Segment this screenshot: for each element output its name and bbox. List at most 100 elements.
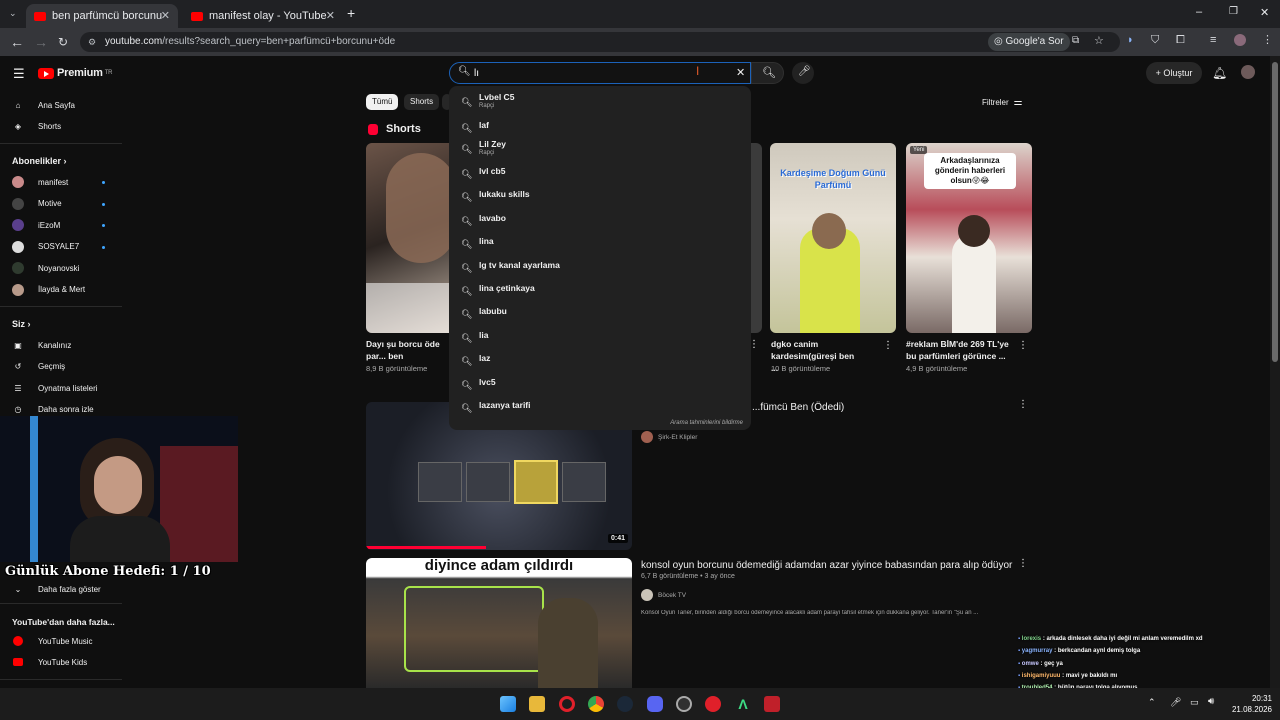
bookmark-star-icon[interactable]: ☆ xyxy=(1094,34,1104,47)
microphone-tray-icon[interactable]: 🎤︎ xyxy=(1170,697,1181,708)
sidebar-item-watch-later[interactable]: ◷ Daha sonra izle xyxy=(12,401,94,417)
video-channel[interactable]: Böcek TV xyxy=(641,589,686,601)
search-box[interactable]: 🔍︎ ✕ I xyxy=(449,62,751,84)
hamburger-menu-icon[interactable]: ☰ xyxy=(13,66,25,82)
sidebar-item-playlists[interactable]: ☰ Oynatma listeleri xyxy=(12,380,98,396)
volume-icon[interactable]: 🔊︎ xyxy=(1208,696,1214,707)
sidebar-subscription-item[interactable]: Motive xyxy=(12,196,62,212)
video-channel[interactable]: Şirk-Et Klipler xyxy=(641,431,697,443)
sidebar-subscription-item[interactable]: iEzoM xyxy=(12,217,60,233)
more-options-icon[interactable]: ⋮ xyxy=(1018,341,1028,351)
site-info-icon[interactable]: ⚙ xyxy=(88,32,96,52)
discord-icon[interactable] xyxy=(647,696,663,712)
sidebar-subscription-item[interactable]: Noyanovski xyxy=(12,260,79,276)
minimize-window-icon[interactable]: – xyxy=(1196,6,1202,18)
steam-icon[interactable] xyxy=(617,696,633,712)
search-input[interactable] xyxy=(474,66,714,80)
close-window-icon[interactable]: ✕ xyxy=(1260,6,1269,19)
search-suggestion[interactable]: 🔍︎ laz xyxy=(449,353,751,369)
you-heading[interactable]: Siz › xyxy=(12,319,31,329)
more-options-icon[interactable]: ⋮ xyxy=(1018,559,1028,569)
sidebar-item-youtube-music[interactable]: YouTube Music xyxy=(12,633,93,649)
sidebar-item-home[interactable]: ⌂ Ana Sayfa xyxy=(12,97,75,113)
back-arrow-icon[interactable]: ← xyxy=(10,34,24,50)
browser-menu-icon[interactable]: ⋮ xyxy=(1262,33,1273,46)
account-avatar[interactable] xyxy=(1241,65,1255,79)
forward-arrow-icon[interactable]: → xyxy=(34,34,48,50)
clear-search-icon[interactable]: ✕ xyxy=(736,66,745,79)
video-title[interactable]: ...fümcü Ben (Ödedi) xyxy=(752,402,844,413)
windows-start-icon[interactable] xyxy=(500,696,516,712)
puzzle-extensions-icon[interactable]: ⧠ xyxy=(1176,34,1185,47)
opera-icon[interactable] xyxy=(559,696,575,712)
nvidia-icon[interactable]: Λ xyxy=(735,696,751,712)
search-suggestion[interactable]: 🔍︎ lina xyxy=(449,236,751,252)
url-field[interactable]: ⚙ youtube.com/results?search_query=ben+p… xyxy=(80,32,1120,52)
shield-icon[interactable]: ⛉ xyxy=(1151,34,1159,47)
network-icon[interactable]: ▭ xyxy=(1190,697,1199,708)
chip-all[interactable]: Tümü xyxy=(366,94,399,110)
search-suggestion[interactable]: 🔍︎ lukaku skills xyxy=(449,189,751,205)
maximize-window-icon[interactable]: ❐ xyxy=(1229,6,1238,17)
search-suggestion[interactable]: 🔍︎ laf xyxy=(449,120,751,136)
profile-avatar[interactable] xyxy=(1234,34,1246,46)
close-tab-icon[interactable]: ✕ xyxy=(161,9,170,22)
google-ask-button[interactable]: ◎ Google'a Sor xyxy=(988,33,1070,51)
tray-chevron-up-icon[interactable]: ⌃ xyxy=(1148,697,1156,708)
chat-username: omwe xyxy=(1021,660,1039,667)
short-title[interactable]: #reklam BİM'de 269 TL'ye bu parfümleri g… xyxy=(906,338,1010,362)
search-suggestion[interactable]: 🔍︎ lina çetinkaya xyxy=(449,283,751,299)
sidebar-subscription-item[interactable]: İlayda & Mert xyxy=(12,282,85,298)
sidebar-item-shorts[interactable]: ◈ Shorts xyxy=(12,118,61,134)
chip-shorts[interactable]: Shorts xyxy=(404,94,440,110)
media-control-icon[interactable]: ≡ xyxy=(1210,34,1216,46)
video-title[interactable]: konsol oyun borcunu ödemediği adamdan az… xyxy=(641,560,1012,571)
sidebar-item-history[interactable]: ↺ Geçmiş xyxy=(12,358,65,374)
sidebar-item-channel[interactable]: ▣ Kanalınız xyxy=(12,337,71,353)
search-button[interactable]: 🔍︎ xyxy=(751,62,784,84)
chrome-icon[interactable] xyxy=(588,696,604,712)
search-suggestion[interactable]: 🔍︎ Lil Zey Rapçi xyxy=(449,139,751,161)
file-explorer-icon[interactable] xyxy=(529,696,545,712)
sidebar-subscription-item[interactable]: manifest xyxy=(12,174,68,190)
page-scrollbar[interactable] xyxy=(1270,56,1280,688)
search-suggestion[interactable]: 🔍︎ lvl cb5 xyxy=(449,166,751,182)
install-app-icon[interactable]: ⧉ xyxy=(1072,35,1079,46)
filters-button[interactable]: Filtreler ⚌ xyxy=(982,97,1023,108)
sidebar-show-more[interactable]: ⌄ Daha fazla göster xyxy=(12,581,101,597)
video-thumbnail[interactable]: diyince adam çıldırdı xyxy=(366,558,632,688)
subscriptions-heading[interactable]: Abonelikler › xyxy=(12,156,67,166)
search-suggestion[interactable]: 🔍︎ lg tv kanal ayarlama xyxy=(449,260,751,276)
notifications-bell-icon[interactable]: 🔔︎ xyxy=(1212,66,1227,80)
sidebar-item-youtube-kids[interactable]: YouTube Kids xyxy=(12,654,87,670)
game-launcher-icon[interactable] xyxy=(764,696,780,712)
extension-icon[interactable]: ◗ xyxy=(1127,34,1134,46)
scrollbar-thumb[interactable] xyxy=(1272,62,1278,362)
tab-list-chevron-icon[interactable]: ⌄ xyxy=(9,8,17,19)
create-button[interactable]: + Oluştur xyxy=(1146,62,1202,84)
close-tab-icon[interactable]: ✕ xyxy=(326,9,335,22)
short-title[interactable]: Dayı şu borcu öde par... ben xyxy=(366,338,450,362)
browser-tab[interactable]: manifest olay - YouTube ✕ xyxy=(183,4,343,28)
sidebar-item-label: Oynatma listeleri xyxy=(38,383,98,393)
youtube-app-icon[interactable] xyxy=(705,696,721,712)
voice-search-button[interactable]: 🎤︎ xyxy=(792,62,814,84)
short-thumbnail[interactable]: Yeni Arkadaşlarınıza gönderin haberleri … xyxy=(906,143,1032,333)
youtube-premium-logo[interactable]: Premium TR xyxy=(38,67,112,79)
reload-icon[interactable]: ↻ xyxy=(58,35,68,49)
search-suggestion[interactable]: 🔍︎ lia xyxy=(449,330,751,346)
short-thumbnail[interactable]: Kardeşime Doğum Günü Parfümü xyxy=(770,143,896,333)
search-suggestion[interactable]: 🔍︎ labubu xyxy=(449,306,751,322)
search-suggestion[interactable]: 🔍︎ Lvbel C5 Rapçi xyxy=(449,92,751,114)
more-options-icon[interactable]: ⋮ xyxy=(1018,400,1028,410)
browser-tab-active[interactable]: ben parfümcü borcunu öde - Yo ✕ xyxy=(26,4,178,28)
more-options-icon[interactable]: ⋮ xyxy=(883,341,893,351)
search-suggestion[interactable]: 🔍︎ lazanya tarifi xyxy=(449,400,751,416)
new-tab-icon[interactable]: + xyxy=(347,5,355,21)
search-suggestion[interactable]: 🔍︎ lavabo xyxy=(449,213,751,229)
search-suggestion[interactable]: 🔍︎ lvc5 xyxy=(449,377,751,393)
report-predictions-link[interactable]: Arama tahminlerini bildirme xyxy=(670,420,743,426)
obs-icon[interactable] xyxy=(676,696,692,712)
taskbar-clock[interactable]: 20:31 21.08.2026 xyxy=(1232,693,1272,715)
sidebar-subscription-item[interactable]: SOSYALE7 xyxy=(12,239,79,255)
